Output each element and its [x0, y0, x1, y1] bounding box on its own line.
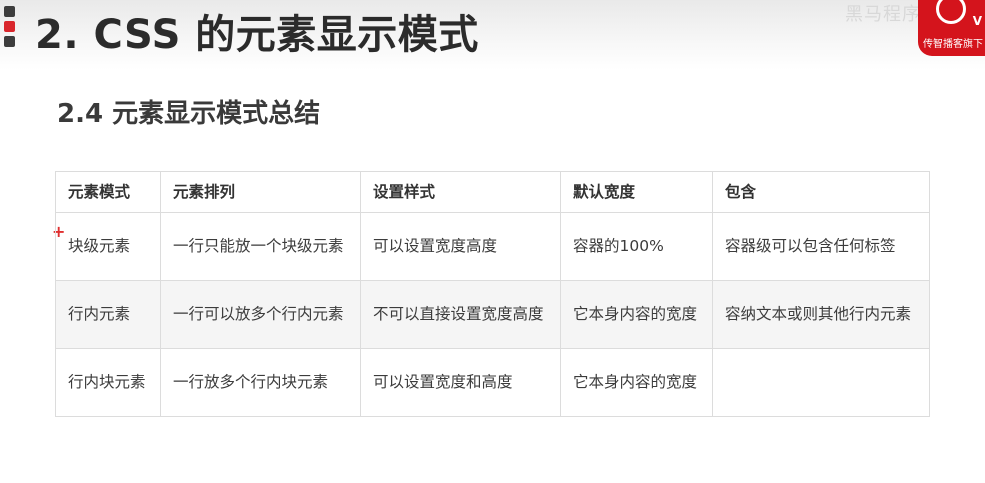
display-mode-summary-table: 元素模式 元素排列 设置样式 默认宽度 包含 块级元素 一行只能放一个块级元素 …: [55, 171, 930, 417]
logo-tagline: 传智播客旗下: [923, 39, 983, 50]
table-header-cell: 设置样式: [360, 171, 561, 213]
table-header-cell: 包含: [712, 171, 930, 213]
table-cell: 它本身内容的宽度: [560, 348, 713, 417]
table-cell: 可以设置宽度高度: [360, 212, 561, 281]
table-cell: 容纳文本或则其他行内元素: [712, 280, 930, 349]
logo-circle-icon: [936, 0, 966, 24]
table-row: 行内块元素 一行放多个行内块元素 可以设置宽度和高度 它本身内容的宽度: [55, 348, 930, 417]
table-cell: 容器的100%: [560, 212, 713, 281]
table-cell: 可以设置宽度和高度: [360, 348, 561, 417]
bullet-square-1: [4, 6, 15, 17]
table-row: 块级元素 一行只能放一个块级元素 可以设置宽度高度 容器的100% 容器级可以包…: [55, 212, 930, 281]
bullet-square-3: [4, 36, 15, 47]
table-header-cell: 默认宽度: [560, 171, 713, 213]
slide-title: 2. CSS 的元素显示模式: [35, 12, 479, 58]
title-bullet-decoration: [4, 6, 18, 51]
table-cell: 不可以直接设置宽度高度: [360, 280, 561, 349]
table-cell: [712, 348, 930, 417]
bullet-square-2: [4, 21, 15, 32]
table-cell: 行内块元素: [55, 348, 161, 417]
table-cell: 行内元素: [55, 280, 161, 349]
table-cell: 它本身内容的宽度: [560, 280, 713, 349]
table-cell: 块级元素: [55, 212, 161, 281]
table-header-row: 元素模式 元素排列 设置样式 默认宽度 包含: [55, 171, 930, 213]
table-cell: 一行可以放多个行内元素: [160, 280, 361, 349]
table-cell: 一行只能放一个块级元素: [160, 212, 361, 281]
logo-letter: V: [972, 14, 982, 28]
table-header-cell: 元素排列: [160, 171, 361, 213]
table-cell: 容器级可以包含任何标签: [712, 212, 930, 281]
table-row: 行内元素 一行可以放多个行内元素 不可以直接设置宽度高度 它本身内容的宽度 容纳…: [55, 280, 930, 349]
table-header-cell: 元素模式: [55, 171, 161, 213]
table-cell: 一行放多个行内块元素: [160, 348, 361, 417]
brand-logo: V 传智播客旗下: [918, 0, 985, 56]
section-heading: 2.4 元素显示模式总结: [57, 99, 321, 129]
